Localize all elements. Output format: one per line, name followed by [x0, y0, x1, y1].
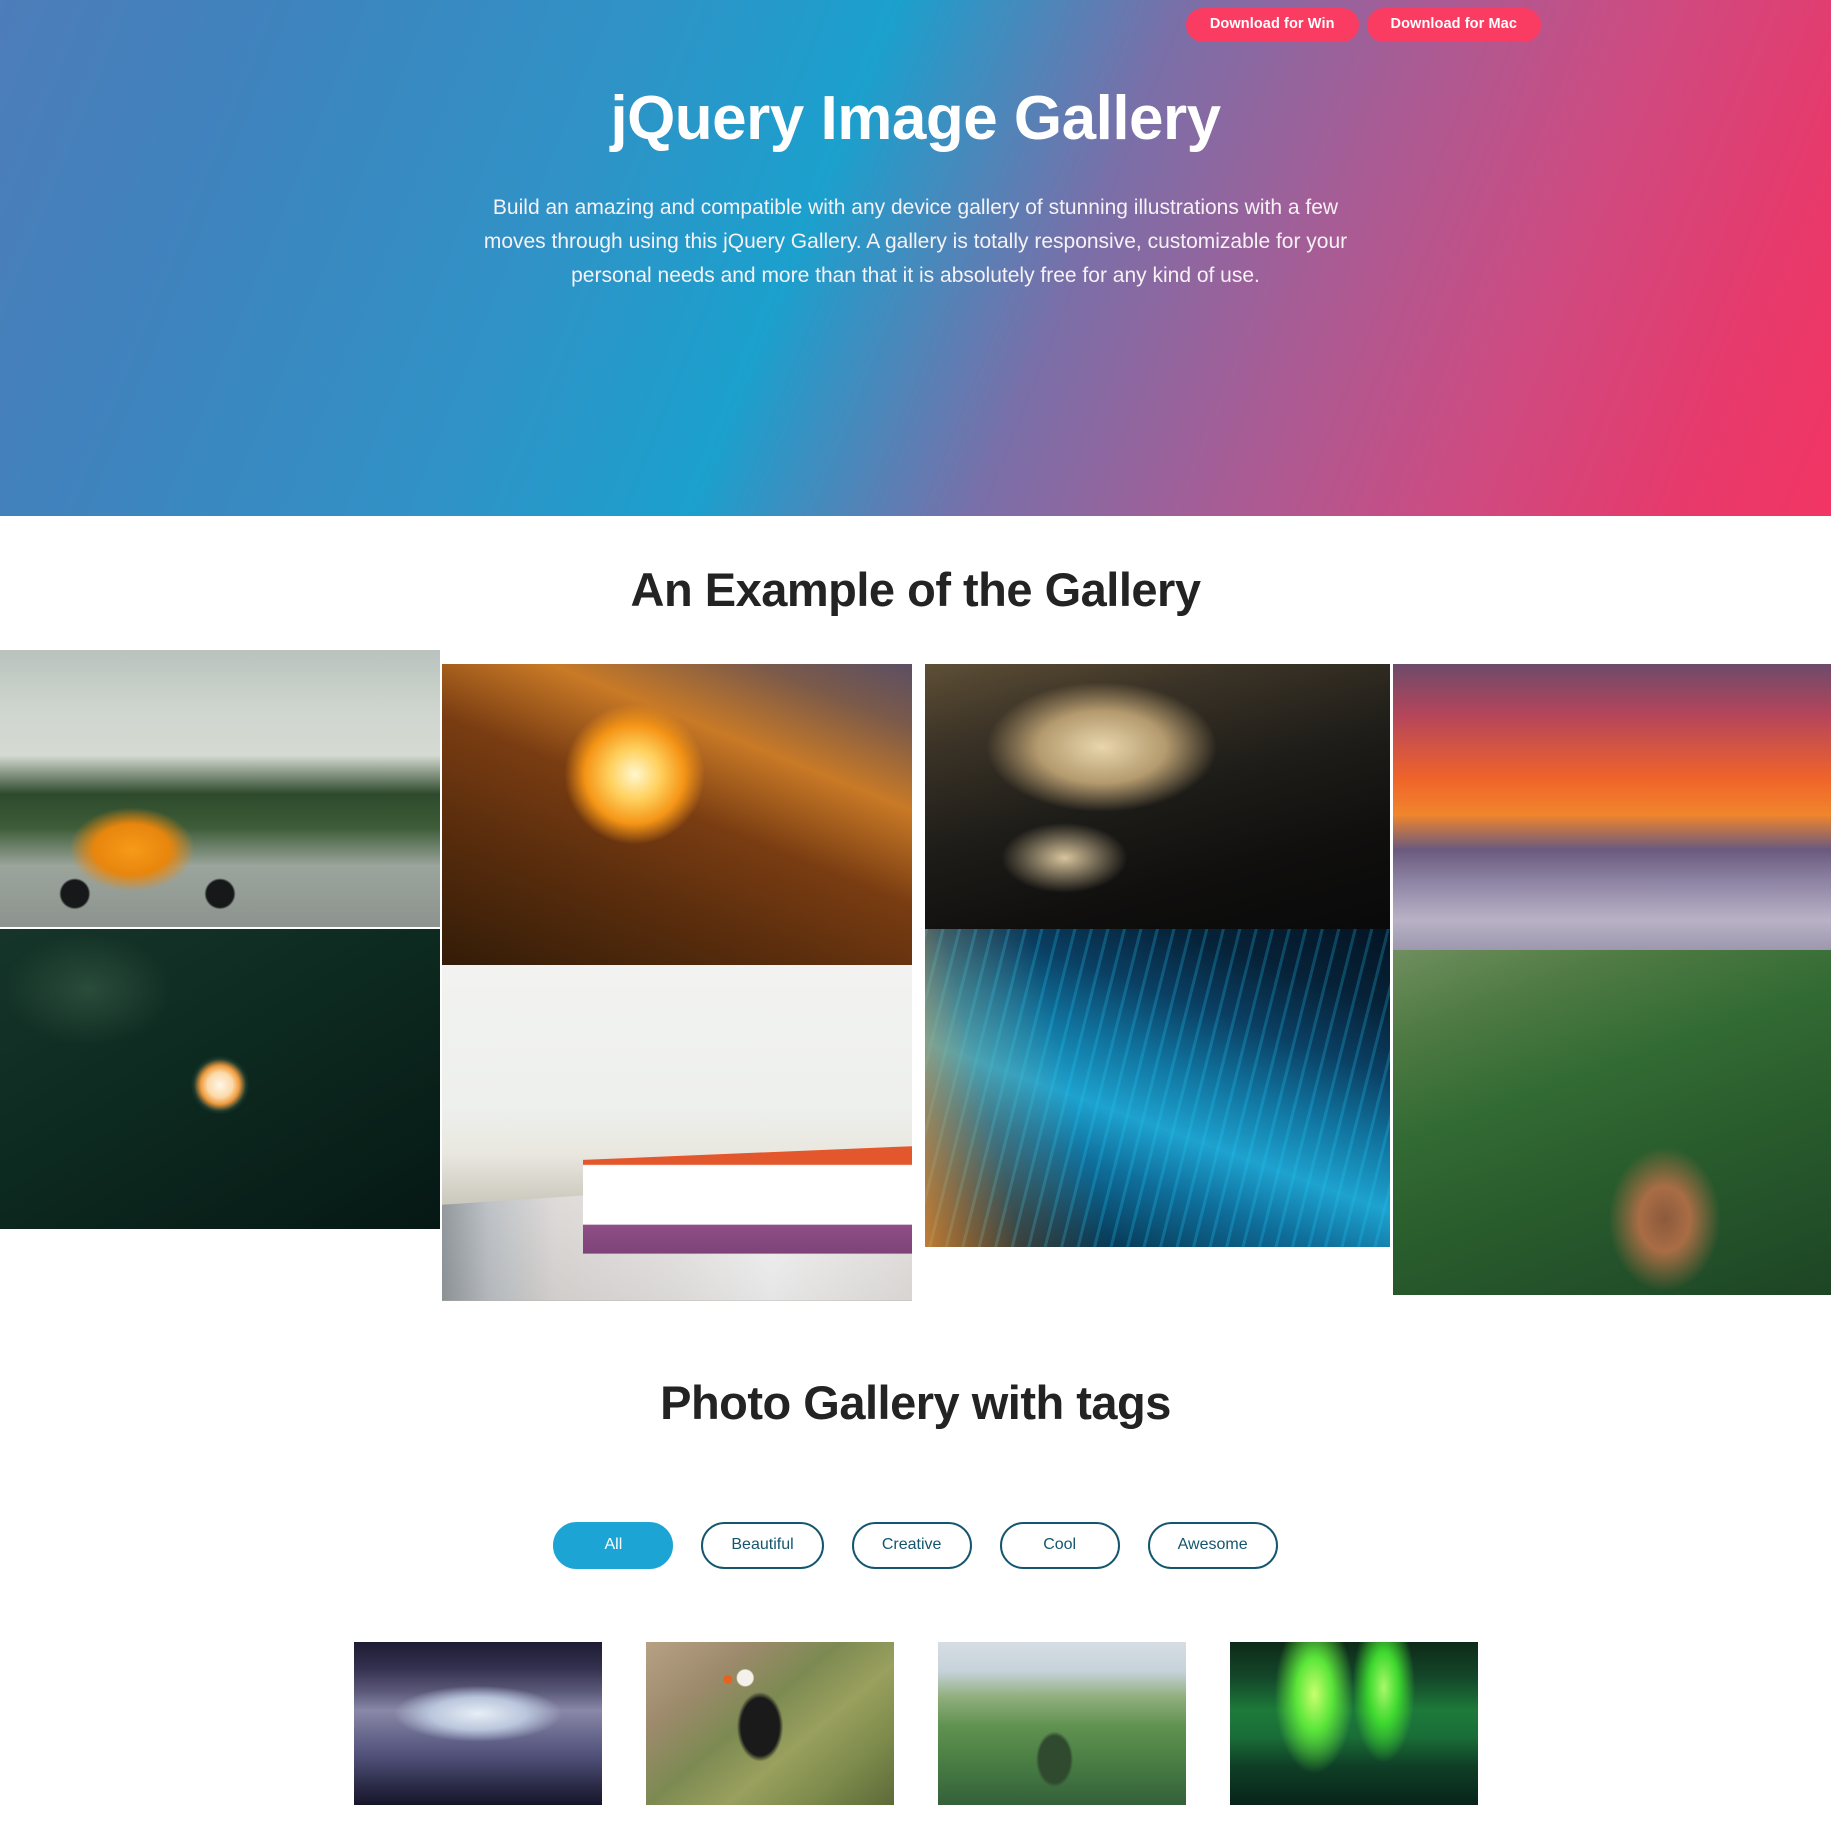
thumbnail-image-aurora — [1229, 1642, 1478, 1806]
tag-filter-awesome[interactable]: Awesome — [1147, 1522, 1278, 1570]
tag-filter-all[interactable]: All — [553, 1522, 674, 1570]
thumbnail-item[interactable] — [1229, 1642, 1478, 1806]
tag-filter-creative[interactable]: Creative — [851, 1522, 972, 1570]
tags-section-heading: Photo Gallery with tags — [660, 1375, 1171, 1429]
gallery-tile[interactable] — [1393, 663, 1831, 984]
gallery-image-sunrise-mountain — [442, 663, 912, 998]
example-gallery-section: An Example of the Gallery — [0, 516, 1831, 1301]
thumbnail-image-snowy-valley — [353, 1642, 602, 1806]
gallery-tile[interactable] — [925, 663, 1390, 941]
hero-content: jQuery Image Gallery Build an amazing an… — [446, 0, 1386, 293]
gallery-tile[interactable] — [0, 928, 440, 1229]
gallery-tile[interactable] — [1393, 949, 1831, 1295]
thumbnail-item[interactable] — [353, 1642, 602, 1806]
hero-download-buttons: Download for Win Download for Mac — [1185, 8, 1541, 42]
gallery-tile[interactable] — [442, 663, 912, 998]
download-win-button[interactable]: Download for Win — [1185, 8, 1359, 42]
download-mac-button[interactable]: Download for Mac — [1366, 8, 1541, 42]
gallery-image-car — [0, 649, 440, 927]
gallery-tile[interactable] — [925, 928, 1390, 1247]
gallery-image-storm-clouds — [925, 663, 1390, 941]
thumbnail-image-puffin — [645, 1642, 894, 1806]
thumbnail-image-hiker — [937, 1642, 1186, 1806]
gallery-section-heading: An Example of the Gallery — [630, 563, 1201, 616]
gallery-image-buses — [442, 964, 912, 1301]
tagged-thumbnail-row — [0, 1642, 1831, 1845]
hero-section: Download for Win Download for Mac jQuery… — [0, 0, 1831, 516]
tagged-gallery-section: Photo Gallery with tags All Beautiful Cr… — [0, 1301, 1831, 1845]
gallery-image-rose — [0, 928, 440, 1229]
thumbnail-item[interactable] — [645, 1642, 894, 1806]
tag-filter-bar: All Beautiful Creative Cool Awesome — [0, 1522, 1831, 1570]
masonry-gallery — [0, 649, 1831, 1301]
hero-subtitle: Build an amazing and compatible with any… — [483, 196, 1348, 288]
gallery-tile[interactable] — [0, 649, 440, 927]
thumbnail-item[interactable] — [937, 1642, 1186, 1806]
gallery-image-fog-sunset — [1393, 663, 1831, 984]
page-title: jQuery Image Gallery — [610, 84, 1221, 153]
tag-filter-beautiful[interactable]: Beautiful — [701, 1522, 824, 1570]
gallery-image-night-city — [925, 928, 1390, 1247]
gallery-tile[interactable] — [442, 964, 912, 1301]
gallery-image-green-mountain — [1393, 949, 1831, 1295]
tag-filter-cool[interactable]: Cool — [999, 1522, 1120, 1570]
